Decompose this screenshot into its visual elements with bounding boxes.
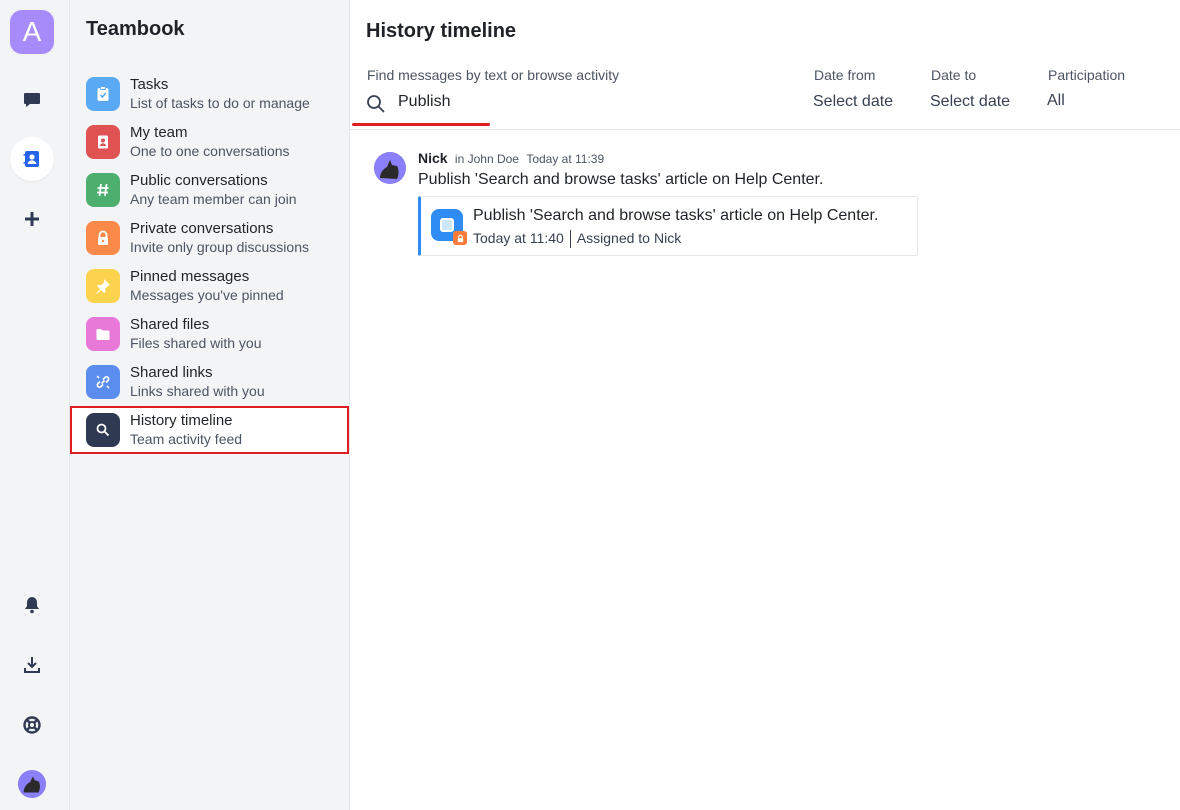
search-icon (86, 413, 120, 447)
sidebar-item-tasks[interactable]: Tasks List of tasks to do or manage (70, 70, 349, 118)
sidebar-item-subtitle: List of tasks to do or manage (130, 95, 310, 111)
message-text: Publish 'Search and browse tasks' articl… (418, 171, 824, 188)
sidebar-item-subtitle: One to one conversations (130, 143, 290, 159)
sidebar-item-public-conversations[interactable]: Public conversations Any team member can… (70, 166, 349, 214)
task-card[interactable]: Publish 'Search and browse tasks' articl… (418, 196, 918, 256)
date-to-picker[interactable]: Select date (930, 93, 1010, 111)
sidebar-item-my-team[interactable]: My team One to one conversations (70, 118, 349, 166)
search-icon (367, 95, 385, 113)
sidebar-item-pinned-messages[interactable]: Pinned messages Messages you've pinned (70, 262, 349, 310)
task-assignee[interactable]: Nick (654, 230, 681, 248)
contacts-icon (23, 151, 39, 167)
sidebar-item-title: Private conversations (130, 220, 274, 237)
sidebar-item-shared-files[interactable]: Shared files Files shared with you (70, 310, 349, 358)
help-button[interactable] (10, 703, 54, 747)
download-button[interactable] (10, 643, 54, 687)
chat-button[interactable] (10, 78, 54, 122)
sidebar-item-title: History timeline (130, 412, 233, 429)
participation-select[interactable]: All (1047, 92, 1065, 110)
sidebar-item-title: Public conversations (130, 172, 268, 189)
search-input[interactable]: Publish (398, 93, 450, 111)
sidebar-item-shared-links[interactable]: Shared links Links shared with you (70, 358, 349, 406)
task-assigned-label: Assigned to (576, 230, 650, 246)
divider (569, 230, 571, 248)
sidebar-item-title: Tasks (130, 76, 169, 93)
sidebar-item-history-timeline[interactable]: History timeline Team activity feed (70, 406, 349, 454)
participation-label: Participation (1048, 67, 1126, 83)
sidebar-item-subtitle: Links shared with you (130, 383, 265, 399)
download-icon (24, 657, 40, 673)
left-rail: A (0, 0, 70, 810)
message-header: Nick in John Doe Today at 11:39 (418, 150, 604, 166)
notifications-button[interactable] (10, 583, 54, 627)
sidebar-item-private-conversations[interactable]: Private conversations Invite only group … (70, 214, 349, 262)
task-icon (431, 209, 467, 245)
workspace-avatar[interactable]: A (10, 10, 54, 54)
chat-icon (24, 93, 40, 107)
message-author[interactable]: Nick (418, 150, 448, 166)
user-avatar (17, 769, 47, 799)
filter-bar: Find messages by text or browse activity… (350, 60, 1180, 130)
main-panel: History timeline Find messages by text o… (350, 0, 1180, 810)
sidebar-item-subtitle: Any team member can join (130, 191, 297, 207)
page-title: History timeline (366, 20, 517, 42)
task-meta: Today at 11:40 Assigned to Nick (473, 230, 681, 248)
hash-icon (86, 173, 120, 207)
sidebar-item-title: Pinned messages (130, 268, 250, 285)
sidebar-nav: Tasks List of tasks to do or manage My t… (70, 70, 349, 454)
sidebar-item-subtitle: Messages you've pinned (130, 287, 284, 303)
sidebar-title: Teambook (86, 18, 185, 40)
contact-book-icon (86, 125, 120, 159)
date-from-label: Date from (814, 67, 876, 83)
sidebar-item-subtitle: Files shared with you (130, 335, 262, 351)
task-title: Publish 'Search and browse tasks' articl… (473, 207, 879, 224)
search-label: Find messages by text or browse activity (367, 67, 620, 83)
app-root: A Teambook Tasks List of tasks to do or … (0, 0, 1180, 810)
bell-icon (25, 597, 39, 614)
folder-icon (86, 317, 120, 351)
lifebuoy-icon (23, 716, 41, 734)
task-time: Today at 11:40 (473, 230, 564, 246)
sidebar-item-subtitle: Team activity feed (130, 431, 243, 447)
lock-icon (453, 231, 467, 245)
add-button[interactable] (10, 197, 54, 241)
message-context: in John Doe (454, 152, 519, 166)
sidebar-item-title: Shared files (130, 316, 210, 333)
plus-icon (25, 212, 39, 226)
message-time: Today at 11:39 (526, 152, 605, 166)
date-from-picker[interactable]: Select date (813, 93, 893, 111)
search-underline (352, 123, 490, 126)
contacts-button[interactable] (10, 137, 54, 181)
sidebar-item-subtitle: Invite only group discussions (130, 239, 309, 255)
pin-icon (86, 269, 120, 303)
lock-icon (86, 221, 120, 255)
sidebar-item-title: Shared links (130, 364, 213, 381)
clipboard-check-icon (86, 77, 120, 111)
date-to-label: Date to (931, 67, 977, 83)
sidebar-item-title: My team (130, 124, 188, 141)
avatar[interactable] (374, 152, 406, 184)
profile-button[interactable] (10, 762, 54, 806)
link-icon (86, 365, 120, 399)
sidebar: Teambook Tasks List of tasks to do or ma… (70, 0, 350, 810)
